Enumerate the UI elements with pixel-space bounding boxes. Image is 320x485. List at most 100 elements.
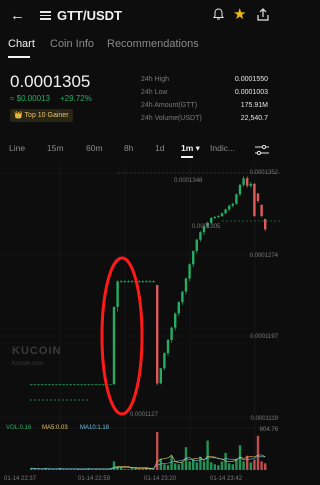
candle-body — [210, 217, 213, 223]
volume-bar — [166, 465, 170, 470]
y-tick-1: 0.0001352 — [250, 170, 279, 176]
candle-body — [73, 384, 76, 386]
volume-bar — [249, 462, 252, 470]
candlestick-chart[interactable]: 0.0001352 0.0001274 0.0001197 0.0001119 … — [0, 160, 280, 485]
stat-value-high: 0.0001550 — [234, 76, 268, 83]
candle-body — [116, 281, 119, 307]
alarm-icon[interactable] — [213, 8, 224, 20]
volume-bar — [253, 459, 256, 470]
candle-body — [159, 368, 162, 384]
candle-body — [48, 384, 51, 386]
volume-bar — [138, 469, 141, 470]
volume-bar — [181, 462, 184, 470]
interval-60m[interactable]: 60m — [86, 143, 103, 153]
candle-body — [94, 384, 98, 386]
volume-bar — [206, 440, 209, 470]
volume-bar — [213, 464, 216, 470]
volume-bar — [246, 455, 249, 470]
volume-bar — [66, 469, 69, 470]
candle-body — [231, 203, 234, 206]
volume-bar — [37, 469, 40, 470]
candle-body — [141, 281, 144, 283]
candle-body — [80, 384, 83, 386]
candle-body — [51, 384, 54, 386]
volume-bar — [242, 461, 245, 470]
candle-body — [156, 285, 159, 384]
x-tick-4: 01-14 23:42 — [210, 476, 243, 482]
volume-bar — [112, 461, 116, 470]
candle-body — [199, 232, 202, 240]
candle-body — [192, 251, 195, 265]
vol-indicator: VOL:0.16 — [6, 425, 32, 431]
volume-bar — [55, 469, 58, 470]
ma5-indicator: MA5:0.03 — [42, 425, 68, 431]
volume-bar — [127, 469, 130, 470]
interval-active-underline — [181, 156, 193, 158]
candle-body — [242, 178, 245, 185]
top-gainer-badge[interactable]: 👑 Top 10 Gainer — [10, 109, 73, 122]
x-tick-3: 01-14 23:20 — [144, 476, 177, 482]
tab-active-underline — [8, 56, 30, 58]
volume-bar — [163, 464, 166, 470]
volume-bar — [51, 469, 54, 470]
volume-bar — [123, 469, 126, 470]
tab-bar: Chart Coin Info Recommendations — [0, 38, 280, 60]
candle-body — [148, 281, 152, 283]
share-icon[interactable] — [256, 8, 270, 21]
last-marker: 0.0001305 — [192, 224, 221, 230]
candle-body — [33, 384, 36, 386]
candle-body — [213, 217, 216, 218]
high-marker: 0.0001348 — [174, 178, 203, 184]
volume-bar — [156, 432, 159, 470]
volume-bar — [231, 464, 234, 470]
candle-body — [91, 384, 94, 386]
stat-label-high: 24h High — [141, 76, 170, 83]
fiat-price: ≈ $0.00013 — [10, 94, 50, 103]
interval-line[interactable]: Line — [9, 143, 25, 153]
volume-bar — [174, 463, 177, 470]
volume-bar — [256, 435, 260, 470]
indicators-dropdown[interactable]: Indic... — [210, 143, 235, 153]
candle-body — [55, 384, 58, 386]
candle-body — [30, 384, 33, 386]
volume-bar — [199, 456, 202, 470]
candle-body — [152, 281, 155, 283]
volume-bar — [220, 461, 224, 470]
watermark-url: Kucoin.com — [12, 361, 44, 367]
candle-body — [224, 209, 227, 214]
pair-title[interactable]: GTT/USDT — [57, 8, 122, 23]
tab-recommendations[interactable]: Recommendations — [107, 38, 199, 50]
volume-bar — [192, 459, 195, 470]
candle-body — [109, 384, 112, 386]
candle-body — [184, 278, 188, 292]
candle-body — [181, 291, 184, 303]
candle-body — [102, 384, 105, 386]
candle-body — [177, 302, 180, 314]
candle-body — [246, 178, 249, 186]
back-arrow-icon[interactable]: ← — [10, 7, 25, 24]
menu-icon[interactable] — [40, 11, 51, 20]
interval-bar: Line 15m 60m 8h 1d 1m ▾ Indic... — [0, 143, 280, 158]
volume-bar — [69, 469, 72, 470]
interval-1m[interactable]: 1m ▾ — [181, 143, 200, 154]
price-change: +29.72% — [60, 94, 92, 103]
chart-settings-icon[interactable] — [255, 145, 269, 155]
interval-1d[interactable]: 1d — [155, 143, 164, 153]
crown-icon: 👑 — [14, 112, 23, 119]
tab-coin-info[interactable]: Coin Info — [50, 38, 94, 50]
interval-8h[interactable]: 8h — [124, 143, 133, 153]
candle-body — [260, 204, 263, 217]
tab-chart[interactable]: Chart — [8, 38, 35, 50]
candle-body — [69, 384, 72, 386]
candle-body — [220, 213, 224, 217]
star-icon[interactable]: ★ — [233, 5, 246, 23]
y-tick-vol: 804.76 — [260, 427, 279, 433]
volume-bar — [202, 461, 206, 470]
volume-bar — [188, 461, 191, 470]
candle-body — [58, 384, 62, 386]
interval-15m[interactable]: 15m — [47, 143, 64, 153]
candles — [30, 176, 267, 386]
low-marker: 0.0001127 — [130, 412, 159, 418]
candle-body — [235, 194, 238, 204]
volume-bar — [152, 469, 155, 470]
